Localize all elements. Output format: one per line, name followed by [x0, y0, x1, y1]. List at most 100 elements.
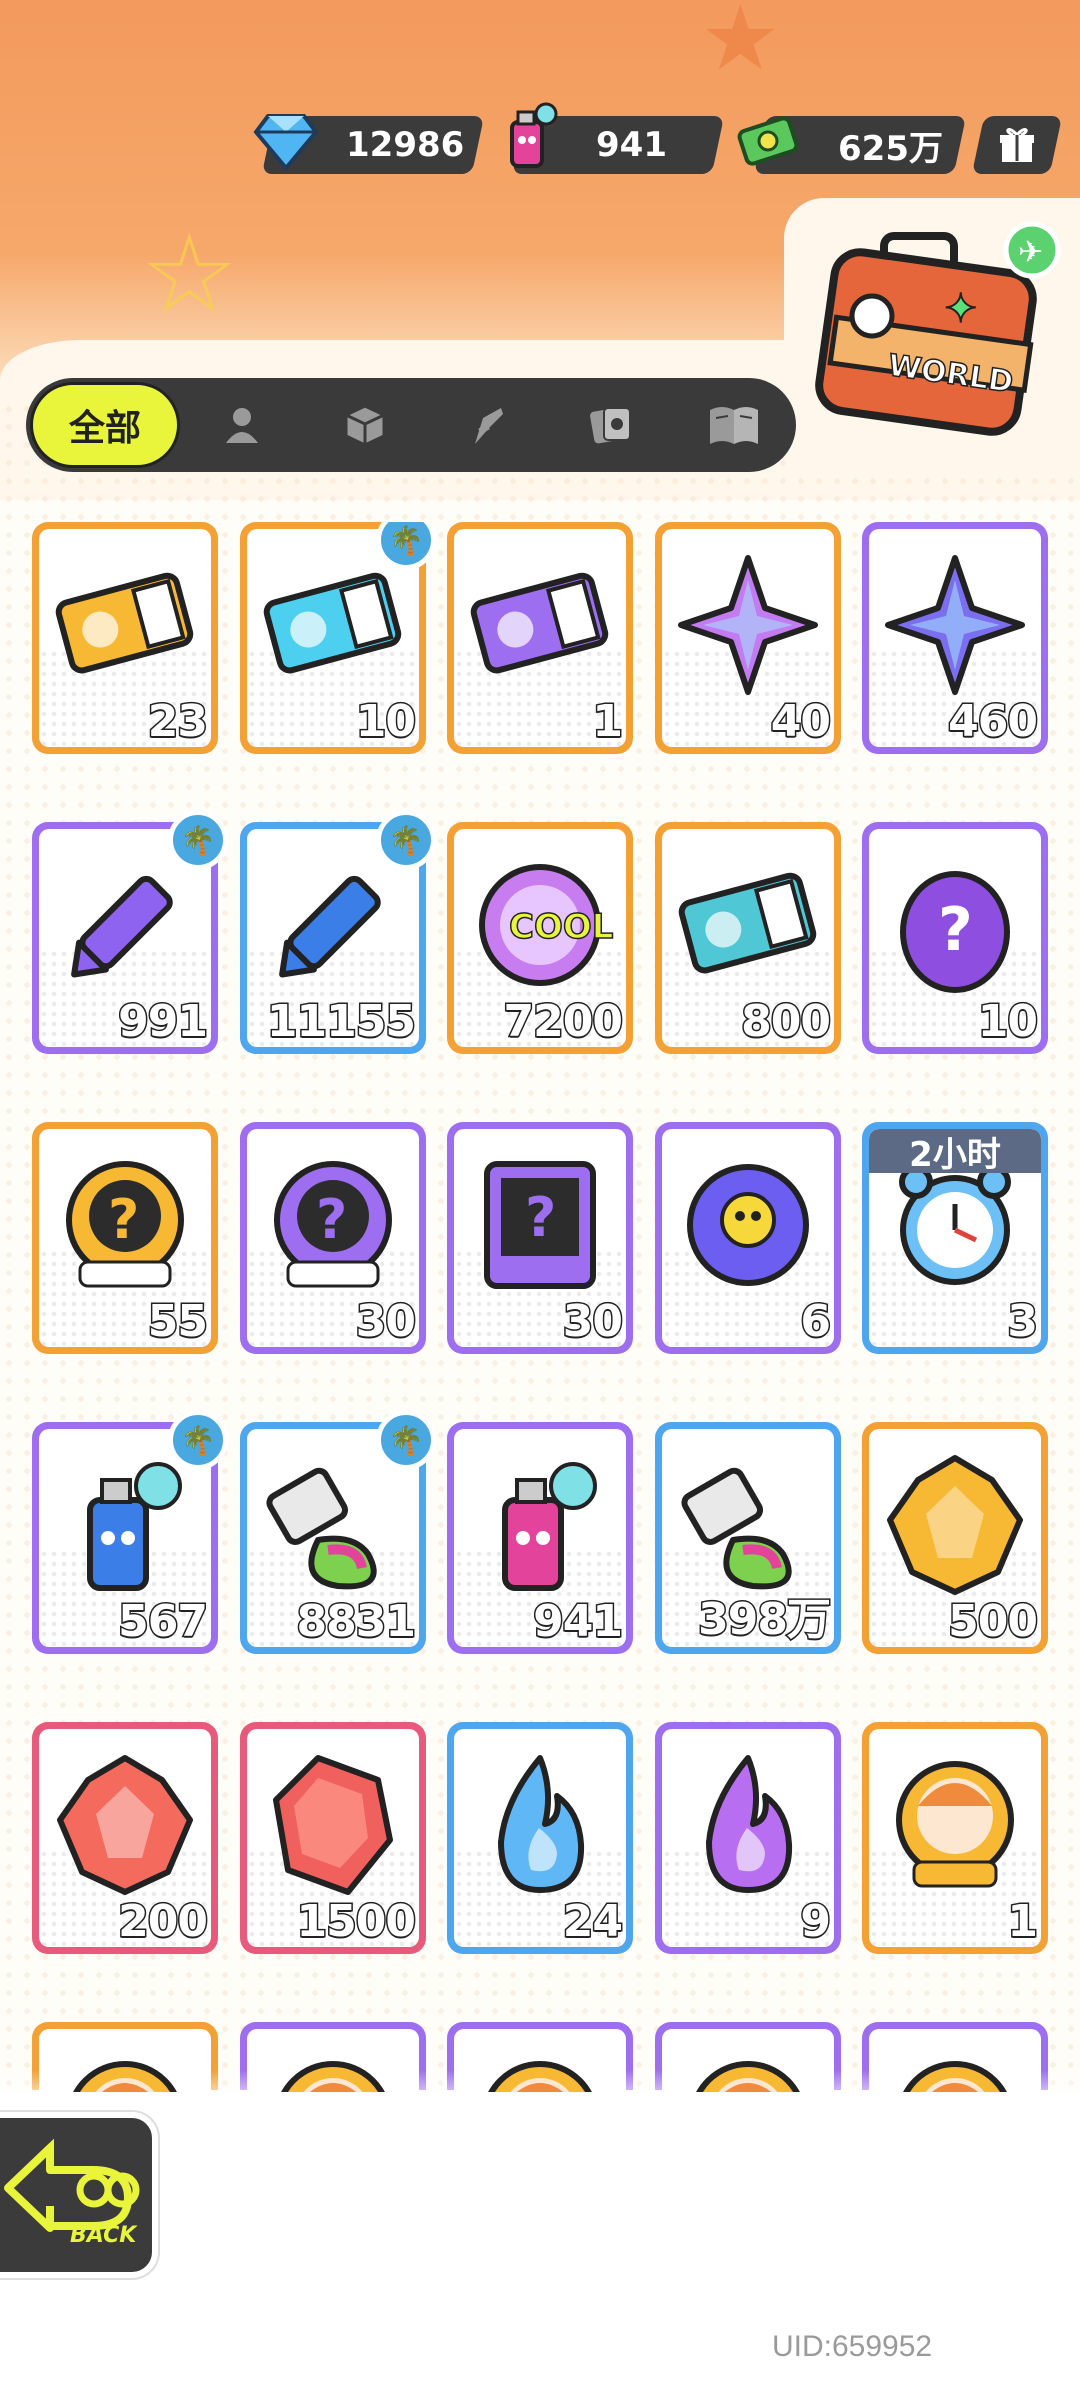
tab-all-label: 全部 [68, 408, 141, 449]
pink-spray-can-icon [465, 1450, 615, 1600]
item-card-inner: 6 [662, 1129, 834, 1347]
inventory-item-card[interactable] [240, 2022, 426, 2092]
season-ticket-icon [673, 850, 823, 1000]
cash-icon [737, 116, 799, 166]
timer-tag: 2小时 [869, 1129, 1041, 1175]
uid-text: UID:659952 [772, 2330, 933, 2363]
inventory-item-card[interactable]: 398万 [655, 1422, 841, 1654]
inventory-item-card[interactable] [447, 2022, 633, 2092]
tab-boxes[interactable] [303, 382, 426, 468]
inventory-item-card[interactable]: 3 2小时 [862, 1122, 1048, 1354]
inventory-item-card[interactable]: 11155 🌴 [240, 810, 436, 1054]
tab-all[interactable]: 全部 [30, 382, 180, 468]
svg-text:COOL: COOL [509, 907, 613, 947]
inventory-item-card[interactable]: 24 [447, 1722, 633, 1954]
inventory-item-card[interactable] [655, 2022, 841, 2092]
star-decoration-icon: ☆ [140, 210, 239, 338]
inventory-item-card[interactable] [32, 2022, 218, 2092]
inventory-item-card[interactable]: 200 [32, 1722, 218, 1954]
back-arrow-icon: BACK [4, 2138, 140, 2248]
item-card-inner [662, 2029, 834, 2092]
avatar-badge-icon [50, 2050, 200, 2092]
inventory-item-card[interactable]: ? 10 [862, 822, 1048, 1054]
gold-crystal-icon [880, 1450, 1030, 1600]
svg-text:?: ? [108, 1188, 139, 1251]
inventory-item-card[interactable]: 23 [32, 522, 218, 754]
svg-text:?: ? [525, 1186, 556, 1249]
item-card-inner: 23 [39, 529, 211, 747]
tab-characters[interactable] [180, 382, 303, 468]
inventory-item-card[interactable]: 500 [862, 1422, 1048, 1654]
item-card-inner: ? 55 [39, 1129, 211, 1347]
gem-amount: 12986 [346, 125, 465, 165]
inventory-item-card[interactable]: COOL 7200 [447, 822, 633, 1054]
inventory-item-card[interactable]: 9 [655, 1722, 841, 1954]
gold-mystery-badge-icon: ? [50, 1150, 200, 1300]
inventory-item-card[interactable]: 460 [862, 522, 1048, 754]
item-count: 500 [947, 1595, 1040, 1648]
suitcase-icon: WORLD ✦ ✈ [815, 221, 1061, 436]
item-count: 24 [561, 1895, 624, 1948]
inventory-item-card[interactable]: 941 [447, 1422, 633, 1654]
person-icon [225, 408, 258, 443]
item-count: 8831 [295, 1595, 417, 1648]
purple-mystery-badge-icon: ? [258, 1150, 408, 1300]
box-icon [344, 404, 386, 447]
item-card-inner [454, 2029, 626, 2092]
item-count: 6 [799, 1295, 833, 1348]
diamond-icon [253, 114, 319, 172]
item-count: 800 [740, 995, 833, 1048]
tab-cards[interactable] [550, 382, 673, 468]
item-count: 398万 [697, 1593, 833, 1647]
back-label: BACK [70, 2223, 138, 2248]
item-count: 460 [947, 695, 1040, 748]
svg-text:?: ? [316, 1188, 347, 1251]
item-count: 200 [117, 1895, 210, 1948]
rainbow-star-icon [673, 550, 823, 700]
item-count: 1 [1006, 1895, 1040, 1948]
inventory-item-card[interactable]: 1 [447, 522, 633, 754]
svg-text:✦: ✦ [944, 286, 978, 332]
tab-brushes[interactable] [426, 382, 549, 468]
gold-ticket-icon [50, 550, 200, 700]
item-card-inner [247, 2029, 419, 2092]
inventory-item-card[interactable]: ? 55 [32, 1122, 218, 1354]
avatar-badge-icon [880, 2050, 1030, 2092]
item-card-inner: 24 [454, 1729, 626, 1947]
item-card-inner: 200 [39, 1729, 211, 1947]
inventory-item-card[interactable]: 800 [655, 822, 841, 1054]
inventory-screen: ☆ ★ 12986 941 625万 WORLD ✦ ✈ 全部 23 10 🌴 … [0, 0, 1080, 2400]
inventory-item-card[interactable]: 1 [862, 1722, 1048, 1954]
item-card-inner: 1 [454, 529, 626, 747]
inventory-item-card[interactable]: 8831 🌴 [240, 1410, 436, 1654]
red-crystal-icon [50, 1750, 200, 1900]
avatar-badge-icon [673, 2050, 823, 2092]
item-card-inner: 1500 [247, 1729, 419, 1947]
travel-card-icon: ? [465, 1150, 615, 1300]
up-ticket-icon [258, 550, 408, 700]
inventory-item-card[interactable]: 1500 [240, 1722, 426, 1954]
world-button[interactable]: WORLD ✦ ✈ [784, 198, 1080, 478]
purple-crayon-icon [50, 850, 200, 1000]
item-card-inner: ? 30 [454, 1129, 626, 1347]
tab-book[interactable] [673, 382, 796, 468]
inventory-item-card[interactable] [862, 2022, 1048, 2092]
inventory-item-card[interactable]: 10 🌴 [240, 522, 436, 754]
blue-crayon-icon [258, 850, 408, 1000]
purple-ticket-icon [465, 550, 615, 700]
inventory-item-card[interactable]: 6 [655, 1122, 841, 1354]
palm-tree-badge-icon: 🌴 [376, 810, 436, 870]
inventory-item-card[interactable]: ? 30 [447, 1122, 633, 1354]
inventory-item-card[interactable]: 40 [655, 522, 841, 754]
blue-flame-icon [465, 1750, 615, 1900]
item-count: 10 [976, 995, 1039, 1048]
item-card-inner: 941 [454, 1429, 626, 1647]
inventory-item-card[interactable]: 567 🌴 [32, 1410, 228, 1654]
cards-icon [590, 407, 632, 444]
item-count: 3 [1006, 1295, 1040, 1348]
inventory-item-card[interactable]: 991 🌴 [32, 810, 228, 1054]
back-button[interactable]: BACK [0, 2112, 158, 2278]
item-card-inner: ? 10 [869, 829, 1041, 1047]
inventory-item-card[interactable]: ? 30 [240, 1122, 426, 1354]
gift-box-button[interactable] [971, 116, 1063, 174]
